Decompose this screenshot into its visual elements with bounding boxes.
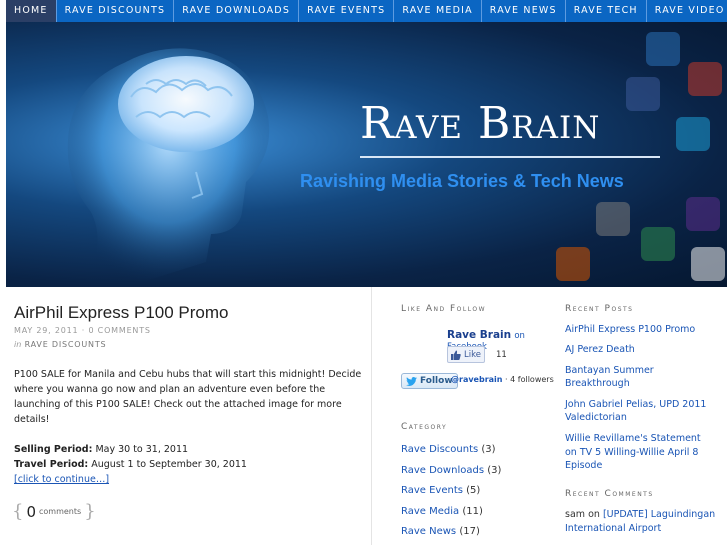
selling-period-value: May 30 to 31, 2011 — [95, 444, 189, 455]
brace-right-icon: } — [84, 501, 96, 522]
brace-left-icon: { — [12, 501, 24, 522]
facebook-like-button[interactable]: Like — [447, 346, 485, 363]
selling-period-label: Selling Period: — [14, 444, 93, 455]
nav-bar: Home Rave Discounts Rave Downloads Rave … — [6, 0, 727, 22]
category-link-rave-media[interactable]: Rave Media — [401, 506, 459, 517]
recent-posts-heading: Recent Posts — [565, 304, 634, 314]
nav-item-rave-video[interactable]: Rave Video — [647, 0, 727, 22]
recent-post-link[interactable]: John Gabriel Pelias, UPD 2011 Valedictor… — [565, 398, 715, 426]
recent-posts-list: AirPhil Express P100 Promo AJ Perez Deat… — [565, 323, 715, 480]
category-count: (3) — [487, 464, 502, 476]
comment-count-bubble[interactable]: { 0 comments } — [12, 501, 96, 522]
sidebar-like-follow: Like and Follow Rave Brain on Facebook L… — [401, 287, 561, 545]
app-icons-background — [556, 32, 725, 281]
nav-item-rave-tech[interactable]: Rave Tech — [566, 0, 647, 22]
top-navigation: Home Rave Discounts Rave Downloads Rave … — [0, 0, 727, 22]
category-link-rave-discounts[interactable]: Rave Discounts — [401, 444, 478, 455]
post-comments-link[interactable]: 0 Comments — [88, 326, 150, 335]
category-list: Rave Discounts (3) Rave Downloads (3) Ra… — [401, 440, 501, 543]
nav-item-rave-downloads[interactable]: Rave Downloads — [174, 0, 300, 22]
nav-item-rave-discounts[interactable]: Rave Discounts — [57, 0, 175, 22]
brain-head-image — [67, 48, 270, 287]
comment-author: sam — [565, 509, 586, 520]
post-category-line: in Rave Discounts — [14, 340, 106, 349]
category-item: Rave Media (11) — [401, 502, 501, 523]
category-count: (11) — [462, 505, 483, 517]
category-count: (3) — [481, 444, 496, 455]
travel-period-value: August 1 to September 30, 2011 — [91, 459, 247, 470]
follow-label: Follow — [420, 376, 453, 386]
post-category-link[interactable]: Rave Discounts — [25, 340, 107, 349]
travel-period: Travel Period: August 1 to September 30,… — [14, 457, 366, 472]
nav-item-rave-events[interactable]: Rave Events — [299, 0, 395, 22]
like-follow-heading: Like and Follow — [401, 304, 487, 314]
recent-comments-heading: Recent Comments — [565, 489, 654, 499]
like-label: Like — [464, 349, 481, 360]
category-count: (17) — [459, 526, 480, 537]
category-item: Rave Discounts (3) — [401, 440, 501, 461]
post-title[interactable]: AirPhil Express P100 Promo — [14, 303, 228, 323]
comment-on-label: on — [588, 509, 600, 520]
facebook-widget: Rave Brain on Facebook Like 11 — [447, 329, 561, 363]
nav-item-home[interactable]: Home — [6, 0, 57, 22]
recent-post-link[interactable]: Bantayan Summer Breakthrough — [565, 364, 715, 392]
twitter-handle-line: @ravebrain · 4 followers — [451, 375, 554, 384]
recent-post-link[interactable]: AJ Perez Death — [565, 343, 715, 357]
like-count: 11 — [496, 350, 507, 360]
category-link-rave-events[interactable]: Rave Events — [401, 485, 463, 496]
category-heading: Category — [401, 422, 448, 432]
site-title[interactable]: Rave Brain — [360, 98, 600, 149]
category-link-rave-news[interactable]: Rave News — [401, 526, 456, 537]
facebook-page-name[interactable]: Rave Brain — [447, 329, 511, 341]
site-tagline: Ravishing Media Stories & Tech News — [300, 171, 624, 191]
thumbs-up-icon — [451, 350, 461, 360]
post-body: P100 SALE for Manila and Cebu hubs that … — [14, 367, 366, 472]
continue-reading-link[interactable]: [click to continue…] — [14, 474, 109, 485]
comment-count-label: comments — [39, 507, 82, 516]
category-item: Rave Events (5) — [401, 481, 501, 502]
post-date: May 29, 2011 — [14, 326, 79, 335]
post-paragraph: P100 SALE for Manila and Cebu hubs that … — [14, 369, 362, 425]
recent-comment-item: sam on [UPDATE] Laguindingan Internation… — [565, 508, 717, 536]
recent-post-link[interactable]: Willie Revillame's Statement on TV 5 Wil… — [565, 432, 715, 473]
category-item: Rave News (17) — [401, 522, 501, 543]
category-item: Rave Downloads (3) — [401, 461, 501, 482]
category-count: (5) — [466, 485, 481, 496]
selling-period: Selling Period: May 30 to 31, 2011 — [14, 442, 366, 457]
title-divider — [360, 156, 660, 158]
twitter-follow-button[interactable]: Follow — [401, 373, 458, 389]
twitter-handle[interactable]: @ravebrain — [451, 375, 503, 384]
main-content: AirPhil Express P100 Promo May 29, 2011 … — [6, 287, 372, 545]
nav-item-rave-media[interactable]: Rave Media — [394, 0, 482, 22]
twitter-bird-icon — [406, 376, 417, 386]
header-banner[interactable]: Rave Brain Ravishing Media Stories & Tec… — [6, 22, 727, 287]
travel-period-label: Travel Period: — [14, 459, 89, 470]
sidebar-recent: Recent Posts AirPhil Express P100 Promo … — [565, 287, 725, 545]
comment-count: 0 — [26, 502, 36, 521]
twitter-followers: · 4 followers — [505, 375, 554, 384]
recent-post-link[interactable]: AirPhil Express P100 Promo — [565, 323, 715, 337]
nav-item-rave-news[interactable]: Rave News — [482, 0, 566, 22]
category-link-rave-downloads[interactable]: Rave Downloads — [401, 465, 484, 476]
in-label: in — [14, 340, 22, 349]
post-meta: May 29, 2011 · 0 Comments — [14, 326, 151, 335]
